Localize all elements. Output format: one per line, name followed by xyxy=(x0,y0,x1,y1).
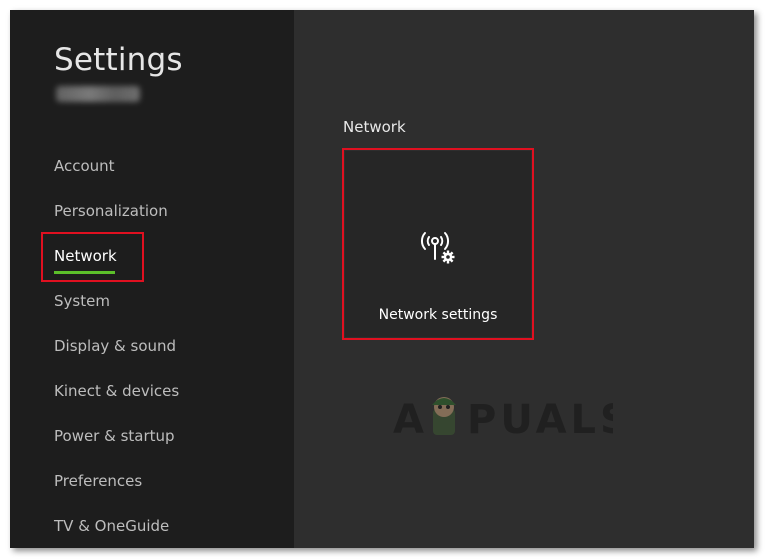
appuals-logo: A PUALS xyxy=(393,397,629,443)
sidebar-item-account[interactable]: Account xyxy=(54,157,115,175)
svg-text:PUALS: PUALS xyxy=(467,397,613,441)
svg-text:A: A xyxy=(393,397,428,441)
sidebar-item-tv-oneguide[interactable]: TV & OneGuide xyxy=(54,517,169,535)
appuals-watermark: A PUALS xyxy=(393,391,629,443)
sidebar-item-preferences[interactable]: Preferences xyxy=(54,472,142,490)
sidebar-item-kinect-devices[interactable]: Kinect & devices xyxy=(54,382,179,400)
sidebar-item-personalization[interactable]: Personalization xyxy=(54,202,168,220)
sidebar-item-system[interactable]: System xyxy=(54,292,110,310)
page-title: Settings xyxy=(54,42,183,78)
sidebar-item-display-sound[interactable]: Display & sound xyxy=(54,337,176,355)
sidebar-item-power-startup[interactable]: Power & startup xyxy=(54,427,175,445)
annotation-highlight-network-tile xyxy=(342,148,534,340)
annotation-highlight-network-nav xyxy=(41,232,144,282)
blurred-gamertag xyxy=(56,86,140,102)
section-heading: Network xyxy=(343,118,406,136)
settings-window: Settings Account Personalization Network… xyxy=(10,10,754,548)
